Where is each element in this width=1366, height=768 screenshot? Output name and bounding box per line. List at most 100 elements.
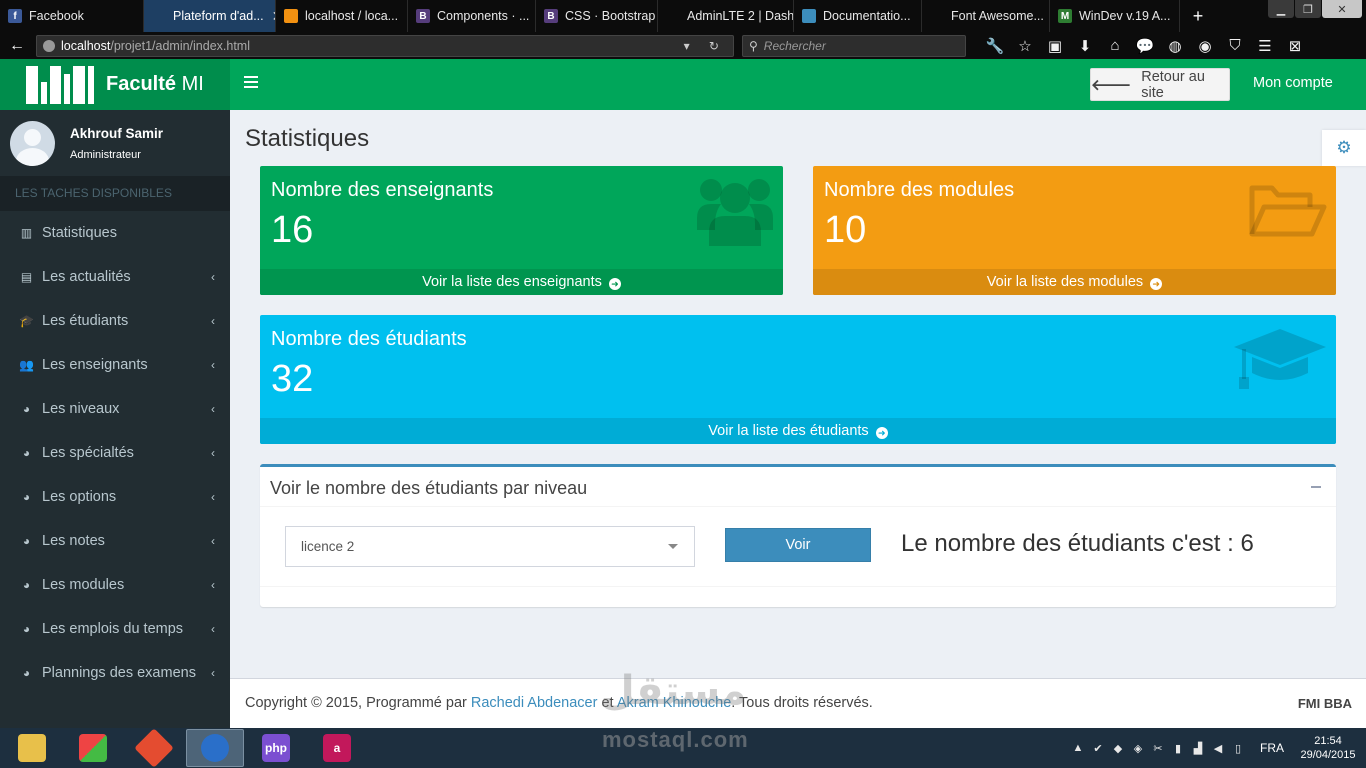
sidebar-header: LES TACHES DISPONIBLES [0,176,230,211]
tab-favicon-icon [802,9,816,23]
sidebar-toggle-icon[interactable] [244,76,258,88]
sidebar-item[interactable]: ◕ Plannings des examens ‹ [0,651,230,695]
start-taskbar-button[interactable] [64,729,122,767]
sidebar-item-label: Les notes [42,533,105,549]
address-bar[interactable]: localhost /projet1/admin/index.html ▾ ↻ [36,34,734,57]
sidebar-item[interactable]: 🎓 Les étudiants ‹ [0,299,230,343]
sidebar-item-label: Statistiques [42,225,117,241]
bookmark-star-icon[interactable]: ☆ [1010,37,1040,55]
my-account-link[interactable]: Mon compte [1253,75,1333,91]
sidebar-item[interactable]: ▥ Statistiques [0,211,230,255]
browser-search-input[interactable]: ⚲ Rechercher [742,34,966,57]
tray-sync-icon[interactable]: ◈ [1128,742,1148,755]
sidebar-item[interactable]: ◕ Les notes ‹ [0,519,230,563]
sidebar-item[interactable]: ◕ Les options ‹ [0,475,230,519]
addon-icon[interactable]: ⊠ [1280,37,1310,55]
browser-tab[interactable]: AdminLTE 2 | Dash... [658,0,794,32]
level-select-value: licence 2 [301,539,355,554]
language-indicator[interactable]: FRA [1260,741,1284,755]
sidebar-item[interactable]: ▤ Les actualités ‹ [0,255,230,299]
return-to-site-label: Retour au site [1141,68,1205,101]
close-tab-icon[interactable]: ✕ [264,8,275,25]
reload-icon[interactable]: ▾ ↻ [684,39,727,53]
sidebar-item[interactable]: ◕ Les emplois du temps ‹ [0,607,230,651]
dashboard-icon: ◕ [22,622,31,636]
modules-list-link[interactable]: Voir la liste des modules ➜ [813,269,1336,295]
students-list-link[interactable]: Voir la liste des étudiants ➜ [260,418,1336,444]
shield-icon[interactable]: ⛉ [1220,37,1250,55]
level-select[interactable]: licence 2 [285,526,695,567]
globe-icon[interactable]: ◍ [1160,37,1190,55]
browser-tab[interactable]: B CSS · Bootstrap [536,0,658,32]
network-icon[interactable]: ▟ [1188,742,1208,755]
browser-tab[interactable]: Documentatio... [794,0,922,32]
search-placeholder: Rechercher [763,38,826,53]
file-explorer-taskbar-button[interactable] [3,729,61,767]
minimize-button[interactable]: ▁ [1268,0,1294,18]
chevron-left-icon: ‹ [211,666,215,680]
students-stat-label: Nombre des étudiants [271,328,467,350]
teachers-list-link[interactable]: Voir la liste des enseignants ➜ [260,269,783,295]
tab-favicon-icon [152,9,166,23]
reading-list-icon[interactable]: ▣ [1040,37,1070,55]
tray-app-icon[interactable]: ◆ [1108,742,1128,755]
tray-security-icon[interactable]: ✔ [1088,742,1108,755]
sidebar-item[interactable]: ◕ Les spécialtés ‹ [0,431,230,475]
collapse-minus-icon[interactable] [1311,486,1321,488]
sidebar-item-label: Les modules [42,577,125,593]
return-to-site-button[interactable]: 🡐 Retour au site [1090,68,1230,101]
page-footer: Copyright © 2015, Programmé par Rachedi … [230,678,1366,728]
home-icon[interactable]: ⌂ [1100,37,1130,55]
user-role: Administrateur [70,148,141,161]
chat-icon[interactable]: 💬 [1130,37,1160,55]
phpstorm-taskbar-button[interactable]: php [247,729,305,767]
browser-tab[interactable]: Font Awesome... [922,0,1050,32]
download-icon[interactable]: ⬇ [1070,37,1100,55]
tab-label: Components · ... [437,9,530,23]
browser-tab-bar: fFacebookPlateform d'ad...✕localhost / l… [0,0,1366,32]
dashboard-icon: ◕ [22,402,31,416]
sidebar-item[interactable]: 👥 Les enseignants ‹ [0,343,230,387]
color-picker-icon[interactable]: ◉ [1190,37,1220,55]
teachers-stat-count: 16 [271,209,314,251]
author-link-1[interactable]: Rachedi Abdenacer [471,695,598,711]
tab-label: CSS · Bootstrap [565,9,656,23]
browser-tab[interactable]: M WinDev v.19 A... [1050,0,1180,32]
browser-tab[interactable]: Plateform d'ad...✕ [144,0,276,32]
teachers-stat-box: Nombre des enseignants 16 Voir la liste … [260,166,783,295]
signal-icon[interactable]: ▮ [1168,742,1188,755]
sidebar-item[interactable]: ◕ Les niveaux ‹ [0,387,230,431]
app-taskbar-button[interactable]: a [308,729,366,767]
tray-tool-icon[interactable]: ✂ [1148,742,1168,755]
back-arrow-icon[interactable]: ← [6,37,28,55]
tray-expand-icon[interactable]: ▲ [1068,742,1088,754]
browser-tab[interactable]: f Facebook [0,0,144,32]
close-window-button[interactable]: ✕ [1322,0,1362,18]
graduation-cap-icon [1234,329,1326,389]
gear-icon[interactable]: ⚙ [1322,130,1366,166]
browser-tab[interactable]: localhost / loca... [276,0,408,32]
window-controls: ▁ ❐ ✕ [1267,0,1362,18]
menu-icon[interactable]: ☰ [1250,37,1280,55]
battery-icon[interactable]: ▯ [1228,742,1248,755]
maximize-button[interactable]: ❐ [1295,0,1321,18]
git-icon [134,728,174,768]
new-tab-button[interactable]: + [1180,0,1216,32]
firefox-taskbar-button[interactable] [186,729,244,767]
app-name-bold: Faculté [106,73,177,95]
graduation-cap-icon: 🎓 [19,314,34,328]
copyright-text: Copyright © 2015, Programmé par Rachedi … [245,695,873,711]
browser-toolbar: 🔧 ☆ ▣ ⬇ ⌂ 💬 ◍ ◉ ⛉ ☰ ⊠ [980,37,1310,55]
volume-icon[interactable]: ◀ [1208,742,1228,755]
clock[interactable]: 21:54 29/04/2015 [1298,734,1358,762]
dashboard-icon: ◕ [22,578,31,592]
sidebar-item[interactable]: ◕ Les modules ‹ [0,563,230,607]
wrench-icon[interactable]: 🔧 [980,37,1010,55]
voir-button[interactable]: Voir [725,528,871,562]
tab-favicon-icon: B [544,9,558,23]
app-logo[interactable]: Faculté MI [0,59,230,110]
browser-tab[interactable]: B Components · ... [408,0,536,32]
sidebar-item-label: Les étudiants [42,313,129,329]
git-taskbar-button[interactable] [125,728,183,768]
chevron-left-icon: ‹ [211,622,215,636]
